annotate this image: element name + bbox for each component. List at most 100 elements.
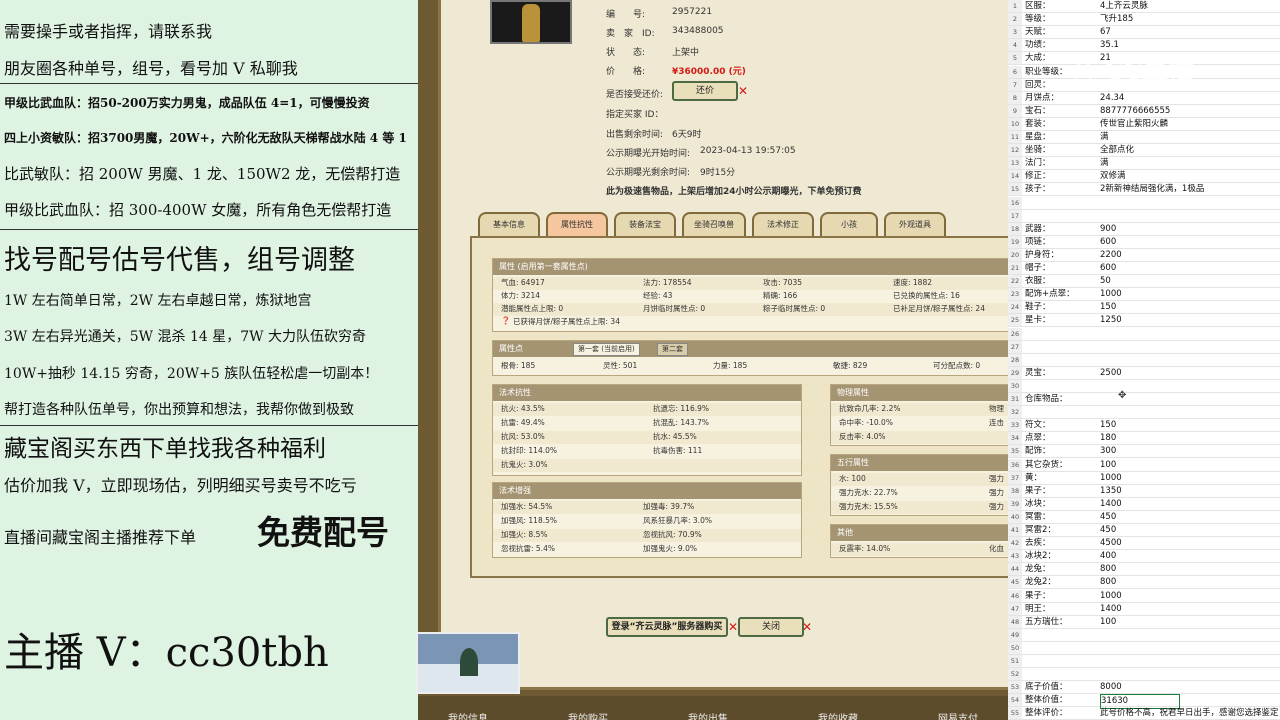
sheet-cell-value[interactable]: 800 <box>1100 576 1278 589</box>
tab-spell-correction[interactable]: 法术修正 <box>752 212 814 236</box>
sheet-cell-value[interactable]: 满 <box>1100 157 1278 170</box>
sheet-cell-label[interactable]: 整体评价： <box>1025 707 1097 720</box>
sheet-cell-label[interactable]: 底子价值： <box>1025 681 1097 694</box>
sheet-cell-label[interactable]: 其它杂货： <box>1025 459 1097 472</box>
row-number: 20 <box>1008 248 1022 261</box>
sheet-cell-value[interactable]: 1000 <box>1100 472 1278 485</box>
sheet-cell-value[interactable]: 4上齐云灵脉 <box>1100 0 1278 13</box>
phys-cell: 物理 <box>989 404 1004 413</box>
tab-attributes[interactable]: 属性抗性 <box>546 212 608 236</box>
sheet-cell-label[interactable]: 冰块2： <box>1025 550 1097 563</box>
sheet-cell-value[interactable]: 1350 <box>1100 485 1278 498</box>
sheet-cell-value[interactable]: 双修满 <box>1100 170 1278 183</box>
sheet-cell-value[interactable]: 2200 <box>1100 249 1278 262</box>
ad-line: 帮打造各种队伍单号，你出预算和想法，我帮你做到极致 <box>4 402 354 418</box>
sheet-cell-value[interactable]: 飞升185 <box>1100 13 1278 26</box>
sheet-cell-label[interactable]: 冥雷2： <box>1025 524 1097 537</box>
sheet-cell-label[interactable]: 项链： <box>1025 236 1097 249</box>
sheet-cell-label[interactable]: 明王： <box>1025 603 1097 616</box>
sheet-cell-value[interactable]: 600 <box>1100 262 1278 275</box>
nav-my-favorites[interactable]: 我的收藏 <box>818 710 858 720</box>
sheet-cell-value[interactable]: 1000 <box>1100 590 1278 603</box>
sheet-cell-value[interactable]: 800 <box>1100 563 1278 576</box>
sheet-cell-label[interactable]: 冰块： <box>1025 498 1097 511</box>
nav-my-info[interactable]: 我的信息 <box>448 710 488 720</box>
sheet-cell-label[interactable]: 整体价值： <box>1025 694 1097 707</box>
sheet-cell-label[interactable]: 灵宝： <box>1025 367 1097 380</box>
sheet-cell-value[interactable]: 此号价格不高，祝君早日出手，感谢您选择鉴定 <box>1100 707 1279 720</box>
sheet-cell-label[interactable]: 帽子： <box>1025 262 1097 275</box>
sheet-cell-label[interactable]: 宝石： <box>1025 105 1097 118</box>
sheet-cell-value[interactable]: 400 <box>1100 550 1278 563</box>
sheet-cell-label[interactable]: 果子： <box>1025 485 1097 498</box>
sheet-cell-value[interactable]: 传世官止紫阳火麟 <box>1100 118 1278 131</box>
sheet-cell-value[interactable]: 450 <box>1100 524 1278 537</box>
sheet-cell-value[interactable]: 150 <box>1100 301 1278 314</box>
nav-netease-pay[interactable]: 网易支付 <box>938 710 978 720</box>
sheet-cell-label[interactable]: 配饰+点翠： <box>1025 288 1097 301</box>
sheet-cell-label[interactable]: 修正： <box>1025 170 1097 183</box>
sheet-cell-label[interactable]: 仓库物品： <box>1025 393 1097 406</box>
sheet-cell-label[interactable]: 等级： <box>1025 13 1097 26</box>
sheet-cell-value[interactable]: 全部点化 <box>1100 144 1278 157</box>
sheet-cell-label[interactable]: 月饼点： <box>1025 92 1097 105</box>
sheet-cell-value[interactable]: 1400 <box>1100 498 1278 511</box>
sheet-cell-label[interactable]: 果子： <box>1025 590 1097 603</box>
sheet-cell-label[interactable]: 护身符： <box>1025 249 1097 262</box>
close-button[interactable]: 关闭 <box>738 617 804 637</box>
sheet-cell-label[interactable]: 星盘： <box>1025 131 1097 144</box>
tab-mounts-pets[interactable]: 坐骑召唤兽 <box>682 212 746 236</box>
sheet-cell-label[interactable]: 衣服： <box>1025 275 1097 288</box>
sheet-cell-label[interactable]: 鞋子： <box>1025 301 1097 314</box>
tab-equipment[interactable]: 装备法宝 <box>614 212 676 236</box>
nav-my-sales[interactable]: 我的出售 <box>688 710 728 720</box>
sheet-cell-value[interactable]: 100 <box>1100 459 1278 472</box>
sheet-cell-label[interactable]: 冥雷： <box>1025 511 1097 524</box>
sheet-cell-label[interactable]: 星卡： <box>1025 314 1097 327</box>
login-buy-button[interactable]: 登录“齐云灵脉”服务器购买 <box>606 617 728 637</box>
sheet-cell-label[interactable]: 武器： <box>1025 223 1097 236</box>
ad-line: 1W 左右简单日常，2W 左右卓越日常，炼狱地宫 <box>4 293 312 309</box>
tab-second-set[interactable]: 第二套 <box>657 343 688 356</box>
sheet-cell-value[interactable]: 67 <box>1100 26 1278 39</box>
bargain-button[interactable]: 还价 <box>672 81 738 101</box>
sheet-cell-label[interactable]: 龙兔： <box>1025 563 1097 576</box>
sheet-cell-value[interactable]: 150 <box>1100 419 1278 432</box>
sheet-cell-label[interactable]: 天赋： <box>1025 26 1097 39</box>
sheet-cell-label[interactable]: 孩子： <box>1025 183 1097 196</box>
sheet-cell-label[interactable]: 龙兔2： <box>1025 576 1097 589</box>
tab-appearance[interactable]: 外观道具 <box>884 212 946 236</box>
sheet-cell-label[interactable]: 点翠： <box>1025 432 1097 445</box>
sheet-cell-value[interactable]: 50 <box>1100 275 1278 288</box>
sheet-cell-value[interactable]: 2新新神结局强化满，1极品 <box>1100 183 1278 196</box>
sheet-cell-label[interactable]: 黄： <box>1025 472 1097 485</box>
row-number: 21 <box>1008 262 1022 275</box>
sheet-cell-value[interactable]: 2500 <box>1100 367 1278 380</box>
sheet-cell-value[interactable]: 600 <box>1100 236 1278 249</box>
sheet-cell-value[interactable]: 8000 <box>1100 681 1278 694</box>
sheet-cell-value[interactable]: 24.34 <box>1100 92 1278 105</box>
nav-my-purchases[interactable]: 我的购买 <box>568 710 608 720</box>
sheet-cell-label[interactable]: 法门： <box>1025 157 1097 170</box>
tab-child[interactable]: 小孩 <box>820 212 878 236</box>
sheet-cell-label[interactable]: 五方瑞仕： <box>1025 616 1097 629</box>
sheet-cell-value[interactable]: 450 <box>1100 511 1278 524</box>
sheet-cell-value[interactable]: 180 <box>1100 432 1278 445</box>
sheet-cell-label[interactable]: 区服： <box>1025 0 1097 13</box>
sheet-cell-value[interactable]: 1000 <box>1100 288 1278 301</box>
tab-basic-info[interactable]: 基本信息 <box>478 212 540 236</box>
sheet-cell-value[interactable]: 8877776666555 <box>1100 105 1278 118</box>
sheet-cell-value[interactable]: 满 <box>1100 131 1278 144</box>
sheet-cell-label[interactable]: 套装： <box>1025 118 1097 131</box>
sheet-cell-value[interactable]: 900 <box>1100 223 1278 236</box>
sheet-cell-label[interactable]: 去疾： <box>1025 537 1097 550</box>
sheet-cell-label[interactable]: 配饰： <box>1025 445 1097 458</box>
sheet-cell-value[interactable]: 4500 <box>1100 537 1278 550</box>
sheet-cell-value[interactable]: 100 <box>1100 616 1278 629</box>
tab-first-set[interactable]: 第一套 (当前启用) <box>573 343 640 356</box>
sheet-cell-value[interactable]: 1250 <box>1100 314 1278 327</box>
sheet-cell-value[interactable]: 1400 <box>1100 603 1278 616</box>
sheet-cell-label[interactable]: 符文： <box>1025 419 1097 432</box>
sheet-cell-label[interactable]: 坐骑： <box>1025 144 1097 157</box>
sheet-cell-value[interactable]: 300 <box>1100 445 1278 458</box>
